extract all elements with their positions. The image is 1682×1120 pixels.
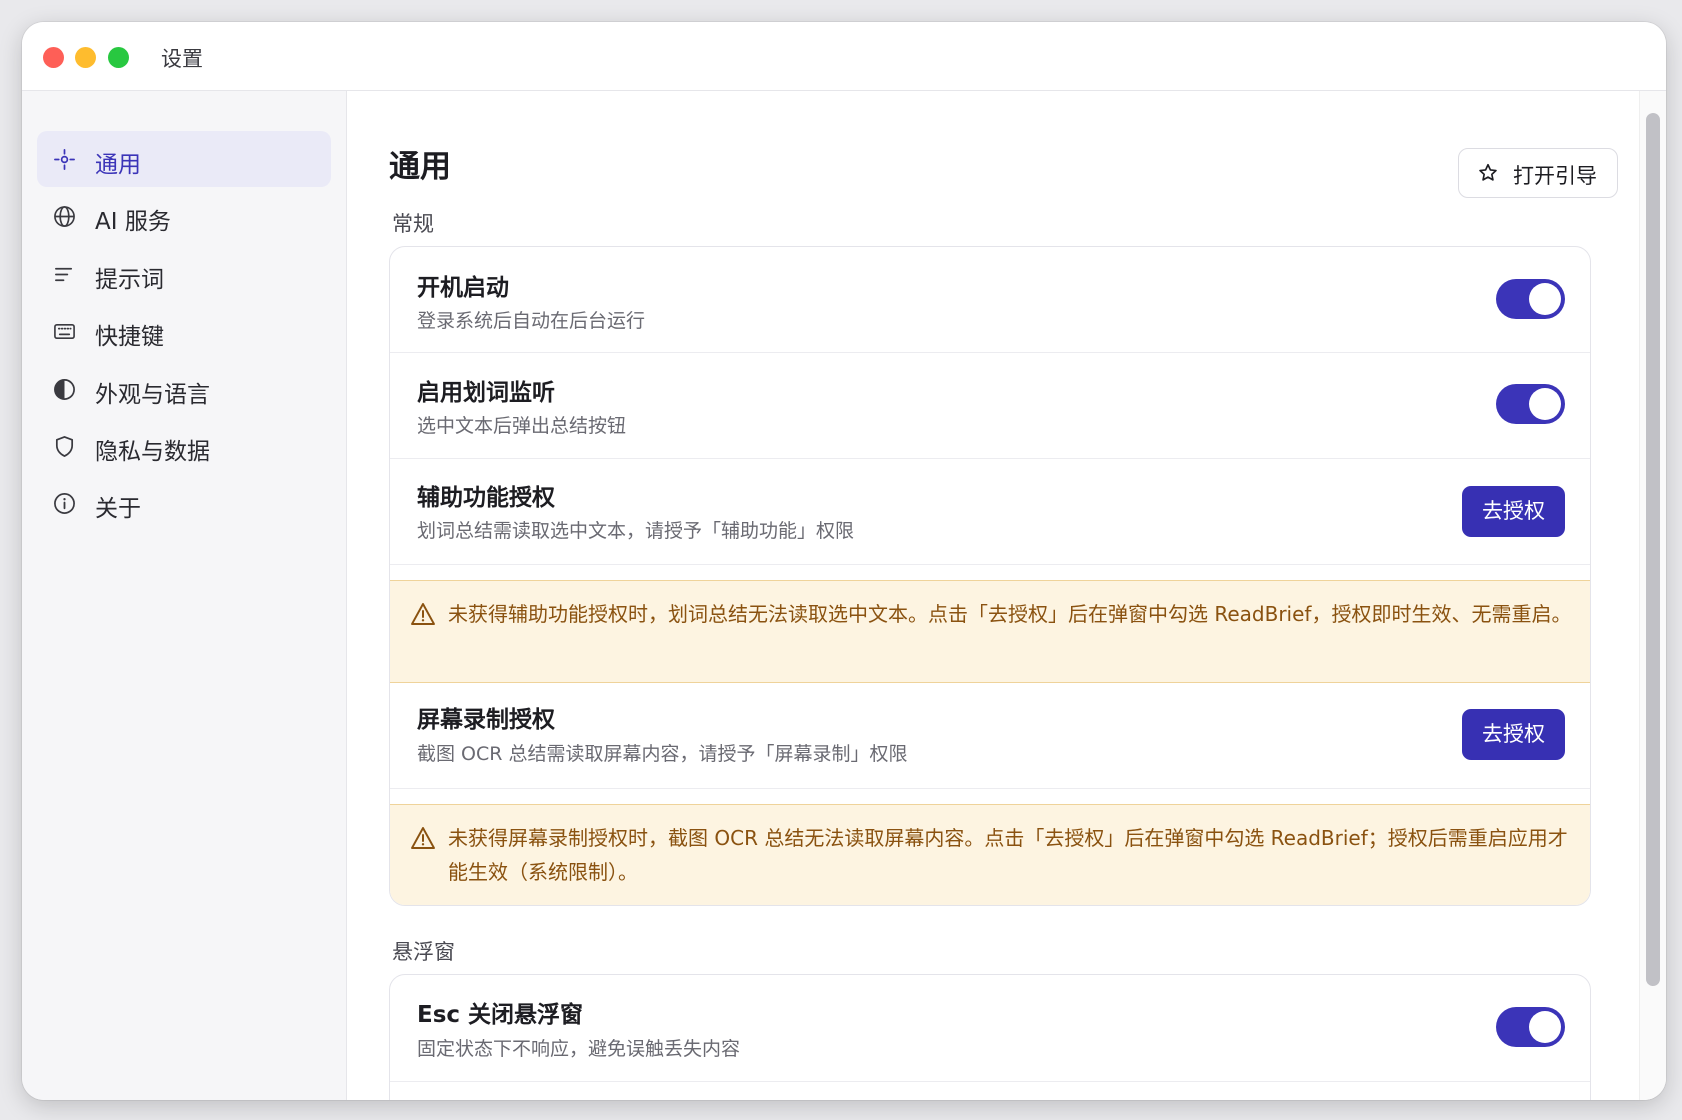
star-icon — [1479, 163, 1497, 181]
sidebar-item-ai-service[interactable]: AI 服务 — [37, 188, 331, 244]
toggle-knob — [1529, 388, 1561, 420]
scrollbar-thumb[interactable] — [1646, 113, 1660, 986]
setting-description: 固定状态下不响应，避免误触丢失内容 — [417, 1038, 741, 1060]
divider — [390, 1081, 1590, 1082]
setting-description: 登录系统后自动在后台运行 — [417, 310, 646, 332]
keyboard-icon — [54, 323, 75, 340]
sidebar-item-privacy[interactable]: 隐私与数据 — [37, 418, 331, 474]
screen-record-authorize-button[interactable]: 去授权 — [1462, 709, 1565, 760]
section-label-floating: 悬浮窗 — [392, 940, 455, 964]
setting-row-selection-listen: 启用划词监听 选中文本后弹出总结按钮 — [390, 353, 1590, 458]
sidebar-item-label: 隐私与数据 — [95, 439, 210, 465]
setting-row-startup: 开机启动 登录系统后自动在后台运行 — [390, 247, 1590, 352]
sidebar-item-label: 提示词 — [95, 267, 164, 293]
warning-text: 未获得屏幕录制授权时，截图 OCR 总结无法读取屏幕内容。点击「去授权」后在弹窗… — [448, 826, 1568, 884]
setting-title: 启用划词监听 — [417, 380, 555, 406]
text-lines-icon — [55, 267, 73, 282]
sidebar-item-about[interactable]: 关于 — [37, 475, 331, 531]
warning-icon — [411, 827, 435, 849]
esc-close-toggle[interactable] — [1496, 1007, 1565, 1047]
globe-icon — [54, 206, 75, 227]
divider — [390, 788, 1590, 789]
maximize-window-button[interactable] — [108, 47, 129, 68]
sidebar-item-label: AI 服务 — [95, 209, 171, 235]
sidebar-item-label: 外观与语言 — [95, 382, 210, 408]
main-content: 通用 打开引导 常规 开机启动 登录系统后自动在后台运行 启用划词监听 选中文本… — [347, 91, 1666, 1100]
floating-settings-card: Esc 关闭悬浮窗 固定状态下不响应，避免误触丢失内容 — [389, 974, 1591, 1100]
toggle-knob — [1529, 1011, 1561, 1043]
open-guide-button[interactable]: 打开引导 — [1458, 148, 1618, 198]
sidebar-item-general[interactable]: 通用 — [37, 131, 331, 187]
selection-listen-toggle[interactable] — [1496, 384, 1565, 424]
warning-icon — [411, 603, 435, 625]
accessibility-warning: 未获得辅助功能授权时，划词总结无法读取选中文本。点击「去授权」后在弹窗中勾选 R… — [390, 580, 1590, 683]
window-title: 设置 — [161, 47, 203, 71]
divider — [390, 564, 1590, 565]
close-window-button[interactable] — [43, 47, 64, 68]
section-label-general: 常规 — [392, 212, 434, 236]
sidebar-item-label: 关于 — [95, 496, 141, 522]
warning-text: 未获得辅助功能授权时，划词总结无法读取选中文本。点击「去授权」后在弹窗中勾选 R… — [448, 602, 1572, 626]
title-bar: 设置 — [22, 22, 1666, 91]
sidebar-item-label: 快捷键 — [95, 324, 164, 350]
setting-title: Esc 关闭悬浮窗 — [417, 1002, 584, 1028]
sidebar-item-prompts[interactable]: 提示词 — [37, 246, 331, 302]
setting-row-screen-record: 屏幕录制授权 截图 OCR 总结需读取屏幕内容，请授予「屏幕录制」权限 去授权 — [390, 683, 1590, 783]
setting-description: 截图 OCR 总结需读取屏幕内容，请授予「屏幕录制」权限 — [417, 743, 908, 765]
sidebar-item-label: 通用 — [95, 152, 141, 178]
setting-title: 屏幕录制授权 — [417, 707, 555, 733]
info-icon — [54, 493, 75, 514]
open-guide-label: 打开引导 — [1513, 164, 1597, 188]
setting-description: 选中文本后弹出总结按钮 — [417, 415, 627, 437]
setting-row-esc-close: Esc 关闭悬浮窗 固定状态下不响应，避免误触丢失内容 — [390, 975, 1590, 1081]
setting-title: 开机启动 — [417, 275, 509, 301]
minimize-window-button[interactable] — [75, 47, 96, 68]
half-circle-icon — [54, 379, 75, 400]
setting-title: 辅助功能授权 — [417, 485, 555, 511]
page-title: 通用 — [389, 149, 451, 185]
sidebar-item-appearance[interactable]: 外观与语言 — [37, 361, 331, 417]
screen-record-warning: 未获得屏幕录制授权时，截图 OCR 总结无法读取屏幕内容。点击「去授权」后在弹窗… — [390, 804, 1590, 905]
setting-row-accessibility: 辅助功能授权 划词总结需读取选中文本，请授予「辅助功能」权限 去授权 — [390, 459, 1590, 564]
toggle-knob — [1529, 283, 1561, 315]
general-icon — [54, 149, 75, 170]
startup-toggle[interactable] — [1496, 279, 1565, 319]
sidebar: 通用 AI 服务 提示词 快捷键 外观与语言 隐私与数据 关于 — [22, 91, 347, 1100]
shield-icon — [55, 436, 74, 457]
general-settings-card: 开机启动 登录系统后自动在后台运行 启用划词监听 选中文本后弹出总结按钮 辅助功… — [389, 246, 1591, 906]
settings-window: 设置 通用 AI 服务 提示词 快捷键 外观与语言 隐私与数据 关于 通用 打开… — [22, 22, 1666, 1100]
sidebar-item-shortcuts[interactable]: 快捷键 — [37, 303, 331, 359]
setting-description: 划词总结需读取选中文本，请授予「辅助功能」权限 — [417, 520, 855, 542]
accessibility-authorize-button[interactable]: 去授权 — [1462, 486, 1565, 537]
